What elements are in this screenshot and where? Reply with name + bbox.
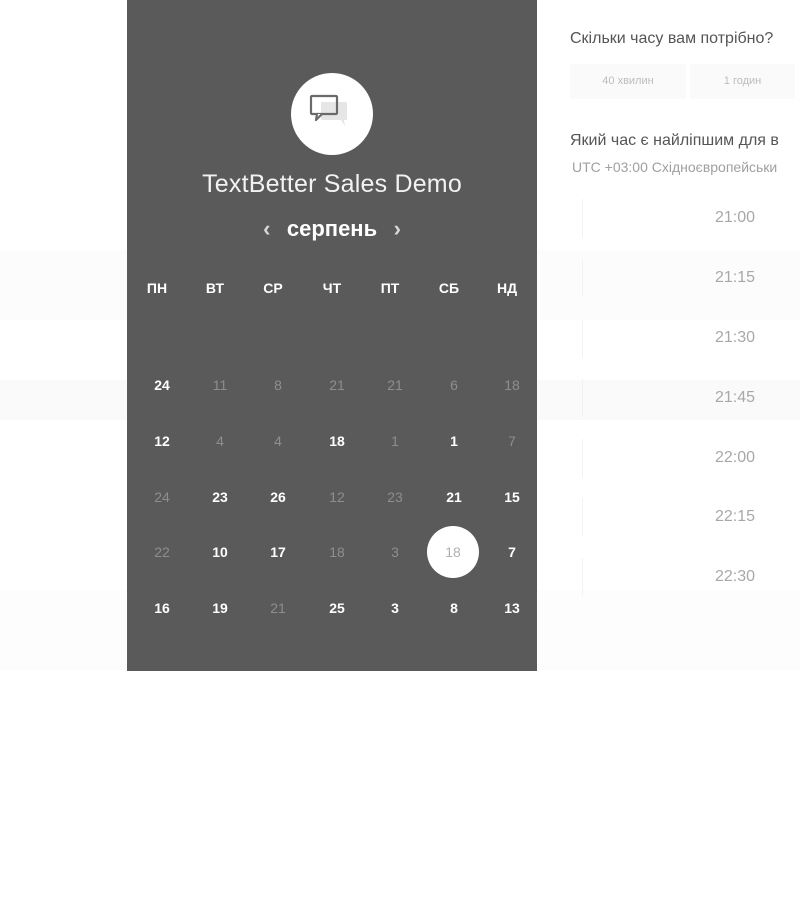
weekday-label: СБ (438, 280, 460, 296)
calendar-day: 21 (329, 377, 345, 393)
calendar-day-selected[interactable]: 18 (427, 526, 479, 578)
time-slot-label: 21:15 (715, 269, 756, 286)
calendar-day: 18 (504, 377, 520, 393)
duration-option[interactable]: 40 хвилин (570, 64, 686, 99)
calendar-day[interactable]: 25 (311, 582, 363, 634)
calendar-day: 4 (274, 433, 282, 449)
time-slot[interactable]: 21:45 (582, 379, 800, 417)
calendar-day[interactable]: 3 (369, 582, 421, 634)
calendar-day: 18 (329, 544, 345, 560)
calendar-day[interactable]: 23 (194, 471, 246, 523)
timezone-label[interactable]: UTC +03:00 Східноєвропейськи (572, 159, 777, 175)
calendar-panel: TextBetter Sales Demo ‹ серпень › ПН ВТ СР… (127, 0, 537, 671)
calendar-day[interactable]: 18 (311, 415, 363, 467)
chevron-left-icon[interactable]: ‹ (253, 216, 281, 242)
time-slot[interactable]: 21:15 (582, 259, 800, 297)
duration-question: Скільки часу вам потрібно? (570, 30, 774, 47)
calendar-day[interactable]: 16 (136, 582, 188, 634)
calendar-day: 21 (270, 600, 286, 616)
calendar-day: 12 (329, 489, 345, 505)
calendar-day: 21 (387, 377, 403, 393)
time-slot[interactable]: 22:30 (582, 558, 800, 596)
calendar-day: 6 (450, 377, 458, 393)
time-slot-label: 22:30 (715, 568, 756, 585)
time-slot-label: 21:30 (715, 329, 756, 346)
calendar-day[interactable]: 12 (136, 415, 188, 467)
time-slot[interactable]: 22:15 (582, 498, 800, 536)
page-title: TextBetter Sales Demo (202, 170, 462, 198)
weekday-label: ПТ (380, 280, 400, 296)
time-slot[interactable]: 22:00 (582, 439, 800, 477)
calendar-day[interactable]: 19 (194, 582, 246, 634)
weekday-label: НД (496, 280, 518, 296)
time-slot-label: 22:15 (715, 508, 756, 525)
calendar-day: 1 (391, 433, 399, 449)
weekday-label: ЧТ (322, 280, 342, 296)
calendar-day: 11 (212, 377, 228, 393)
calendar-day: 3 (391, 544, 399, 560)
calendar-day: 7 (508, 433, 516, 449)
calendar-day: 8 (274, 377, 282, 393)
calendar-day[interactable]: 15 (486, 471, 538, 523)
booking-options: Скільки часу вам потрібно? 40 хвилин 1 г… (570, 0, 800, 900)
calendar-day[interactable]: 13 (486, 582, 538, 634)
weekday-label: СР (263, 280, 283, 296)
calendar-day[interactable]: 24 (136, 359, 188, 411)
calendar-day[interactable]: 21 (428, 471, 480, 523)
calendar-day[interactable]: 8 (428, 582, 480, 634)
weekday-label: ПН (146, 280, 168, 296)
time-slot-label: 21:45 (715, 389, 756, 406)
weekday-header: ПН ВТ СР ЧТ ПТ СБ НД (127, 280, 537, 300)
chat-bubbles-icon (309, 94, 347, 126)
calendar-day[interactable]: 17 (252, 526, 304, 578)
month-navigation: ‹ серпень › (127, 216, 537, 242)
chevron-right-icon[interactable]: › (383, 216, 411, 242)
time-slot[interactable]: 21:30 (582, 319, 800, 357)
calendar-day: 22 (154, 544, 170, 560)
calendar-day[interactable]: 26 (252, 471, 304, 523)
calendar-day: 23 (387, 489, 403, 505)
avatar (291, 73, 373, 155)
time-slot-label: 21:00 (715, 209, 756, 226)
calendar-day: 24 (154, 489, 170, 505)
duration-option[interactable]: 1 годин (690, 64, 795, 99)
calendar-day: 4 (216, 433, 224, 449)
calendar-day[interactable]: 1 (428, 415, 480, 467)
time-slot-label: 22:00 (715, 449, 756, 466)
weekday-label: ВТ (205, 280, 225, 296)
time-question: Який час є найліпшим для в (570, 132, 779, 149)
month-label: серпень (286, 216, 378, 241)
calendar-day[interactable]: 10 (194, 526, 246, 578)
calendar-day[interactable]: 7 (486, 526, 538, 578)
time-slot[interactable]: 21:00 (582, 199, 800, 237)
